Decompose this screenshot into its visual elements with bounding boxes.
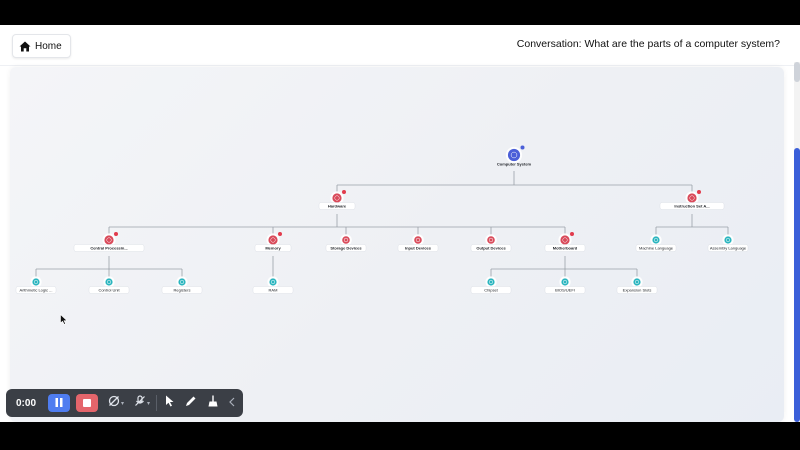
mindmap-canvas[interactable]: Computer System Hardware Central Processin… xyxy=(10,67,784,422)
node-circle[interactable] xyxy=(559,234,571,246)
mindmap-node-motherboard[interactable]: Motherboard xyxy=(544,232,586,252)
node-circle[interactable] xyxy=(651,235,661,245)
mindmap-node-central-processin[interactable]: Central Processin... xyxy=(73,232,145,252)
node-label: Machine Language xyxy=(639,245,674,250)
mindmap-node-chipset[interactable]: Chipset xyxy=(470,276,512,294)
node-label: Expansion Slots xyxy=(623,287,652,292)
node-circle[interactable] xyxy=(268,277,278,287)
node-badge xyxy=(114,232,118,236)
mindmap-node-computer-system[interactable]: Computer System xyxy=(497,145,532,167)
node-badge xyxy=(342,190,346,194)
chevron-down-icon: ▾ xyxy=(147,400,151,407)
node-label: RAM xyxy=(269,287,278,292)
node-circle[interactable] xyxy=(723,235,733,245)
node-circle[interactable] xyxy=(632,277,642,287)
mindmap-node-ram[interactable]: RAM xyxy=(252,276,294,294)
chevron-left-icon xyxy=(229,394,235,412)
node-label: Control Unit xyxy=(98,287,120,292)
pause-button[interactable] xyxy=(48,394,70,412)
app-window: Home Conversation: What are the parts of… xyxy=(0,25,800,422)
pointer-tool[interactable] xyxy=(165,394,175,412)
mouse-cursor xyxy=(60,312,68,330)
mindmap-node-control-unit[interactable]: Control Unit xyxy=(88,276,130,294)
node-circle[interactable] xyxy=(486,277,496,287)
camera-toggle[interactable]: ▾ xyxy=(108,394,124,412)
node-circle[interactable] xyxy=(507,148,521,162)
toolbar-divider xyxy=(156,395,158,411)
node-circle[interactable] xyxy=(413,235,423,245)
node-layer: Computer System Hardware Central Processin… xyxy=(15,145,749,294)
node-badge xyxy=(570,232,574,236)
mindmap-node-machine-language[interactable]: Machine Language xyxy=(635,234,677,252)
mic-off-icon xyxy=(134,394,146,412)
bottom-letterbox xyxy=(0,422,800,450)
stop-button[interactable] xyxy=(76,394,98,412)
mindmap-node-assembly-language[interactable]: Assembly Language xyxy=(707,234,749,252)
node-label: Motherboard xyxy=(553,245,578,250)
node-circle[interactable] xyxy=(560,277,570,287)
node-label: Computer System xyxy=(497,161,532,166)
mindmap-node-registers[interactable]: Registers xyxy=(161,276,203,294)
connector-layer xyxy=(35,171,729,277)
scrollbar-thumb[interactable] xyxy=(794,148,800,422)
mindmap-node-memory[interactable]: Memory xyxy=(254,232,292,252)
node-label: Central Processin... xyxy=(90,245,127,250)
node-label: Assembly Language xyxy=(710,245,747,250)
mindmap-node-output-devices[interactable]: Output Devices xyxy=(470,234,512,252)
node-circle[interactable] xyxy=(103,234,115,246)
mic-toggle[interactable]: ▾ xyxy=(134,394,150,412)
node-circle[interactable] xyxy=(486,235,496,245)
home-button[interactable]: Home xyxy=(12,34,71,58)
page-scrollbar[interactable] xyxy=(794,62,800,422)
node-circle[interactable] xyxy=(341,235,351,245)
node-circle[interactable] xyxy=(267,234,279,246)
clear-tool[interactable] xyxy=(207,394,219,412)
pause-icon xyxy=(55,394,63,412)
node-label: Storage Devices xyxy=(330,245,362,250)
chevron-down-icon: ▾ xyxy=(121,400,125,407)
node-label: Hardware xyxy=(328,203,347,208)
node-label: Arithmetic Logic ... xyxy=(20,287,53,292)
recording-timer: 0:00 xyxy=(16,397,37,409)
node-badge xyxy=(520,145,525,150)
node-label: Output Devices xyxy=(476,245,506,250)
mindmap-node-storage-devices[interactable]: Storage Devices xyxy=(325,234,367,252)
node-label: Input Devices xyxy=(405,245,432,250)
node-label: Instruction Set A... xyxy=(674,203,709,208)
pointer-icon xyxy=(165,394,175,412)
home-icon xyxy=(19,41,31,52)
mindmap-node-instruction-set-a[interactable]: Instruction Set A... xyxy=(659,190,725,210)
stop-icon xyxy=(83,394,91,412)
camera-off-icon xyxy=(108,394,120,412)
node-label: Memory xyxy=(265,245,281,250)
pen-icon xyxy=(185,394,197,412)
node-circle[interactable] xyxy=(686,192,698,204)
node-label: Chipset xyxy=(484,287,498,292)
mindmap-node-hardware[interactable]: Hardware xyxy=(318,190,356,210)
home-label: Home xyxy=(35,40,62,52)
scrollbar-top-thumb[interactable] xyxy=(794,62,800,82)
node-circle[interactable] xyxy=(104,277,114,287)
mindmap-tree: Computer System Hardware Central Processin… xyxy=(15,145,749,294)
broom-icon xyxy=(207,394,219,412)
node-circle[interactable] xyxy=(31,277,41,287)
top-bar: Home Conversation: What are the parts of… xyxy=(0,25,800,66)
conversation-title: Conversation: What are the parts of a co… xyxy=(516,38,780,50)
node-label: Registers xyxy=(174,287,191,292)
mindmap-node-bios-uefi[interactable]: BIOS/UEFI xyxy=(544,276,586,294)
recording-toolbar: 0:00 ▾ ▾ xyxy=(6,389,243,417)
node-badge xyxy=(697,190,701,194)
node-badge xyxy=(278,232,282,236)
mindmap-node-input-devices[interactable]: Input Devices xyxy=(397,234,439,252)
node-label: BIOS/UEFI xyxy=(555,287,575,292)
pen-tool[interactable] xyxy=(185,394,197,412)
node-circle[interactable] xyxy=(331,192,343,204)
mindmap-node-expansion-slots[interactable]: Expansion Slots xyxy=(616,276,658,294)
collapse-toolbar-button[interactable] xyxy=(229,394,235,412)
mindmap-node-arithmetic-logic[interactable]: Arithmetic Logic ... xyxy=(15,276,57,294)
node-circle[interactable] xyxy=(177,277,187,287)
